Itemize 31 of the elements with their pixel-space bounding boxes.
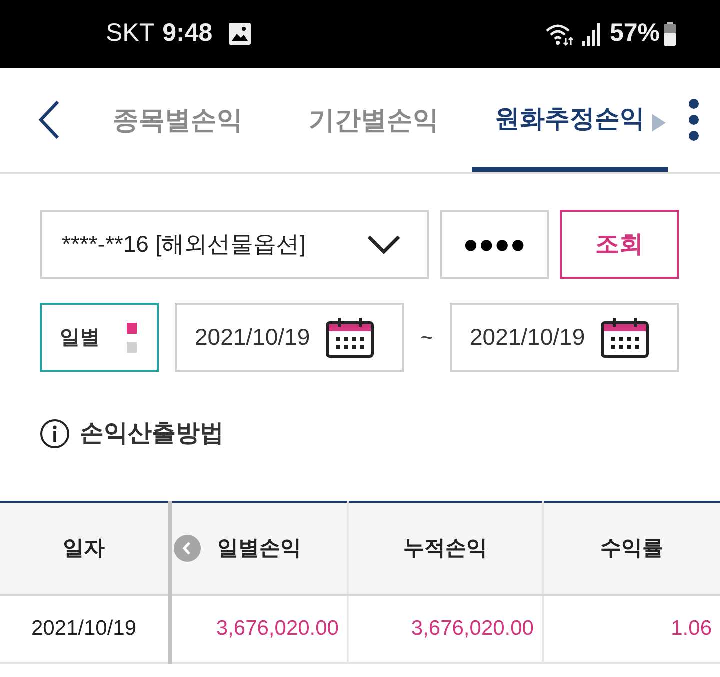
profit-calculation-link[interactable]: 손익산출방법 bbox=[80, 416, 224, 452]
battery-icon bbox=[664, 22, 676, 46]
table-cell: 2021/10/19 bbox=[0, 595, 170, 663]
column-header: 수익률 bbox=[600, 536, 664, 560]
clock-time: 9:48 bbox=[162, 18, 213, 50]
scroll-left-icon[interactable] bbox=[174, 535, 201, 562]
start-date-field[interactable]: 2021/10/19 bbox=[175, 303, 404, 372]
calendar-icon bbox=[601, 318, 649, 358]
signal-bars-icon bbox=[582, 22, 602, 46]
date-range-separator: ~ bbox=[420, 324, 434, 352]
carrier-name: SKT bbox=[106, 18, 155, 50]
battery-percentage: 57% bbox=[610, 18, 660, 50]
end-date-field[interactable]: 2021/10/19 bbox=[450, 303, 679, 372]
info-icon bbox=[40, 419, 70, 449]
table-cell: 3,676,020.00 bbox=[348, 595, 543, 663]
table-cell: 1.06 bbox=[543, 595, 720, 663]
more-vertical-icon bbox=[687, 98, 701, 142]
chevron-down-icon bbox=[367, 234, 401, 254]
image-icon bbox=[228, 23, 251, 45]
column-header: 일자 bbox=[63, 536, 105, 560]
calendar-icon bbox=[326, 318, 374, 358]
period-selector[interactable]: 일별 bbox=[40, 303, 159, 372]
search-button[interactable]: 조회 bbox=[560, 210, 679, 279]
wifi-icon bbox=[546, 22, 574, 46]
column-header: 누적손익 bbox=[404, 536, 488, 560]
password-field[interactable]: ●●●● bbox=[440, 210, 549, 279]
column-header: 일별손익 bbox=[218, 536, 302, 560]
account-dropdown[interactable]: ****-**16 [해외선물옵션] bbox=[40, 210, 429, 279]
table-cell: 3,676,020.00 bbox=[170, 595, 348, 663]
arrow-right-icon[interactable] bbox=[652, 114, 666, 132]
back-icon bbox=[38, 100, 60, 140]
